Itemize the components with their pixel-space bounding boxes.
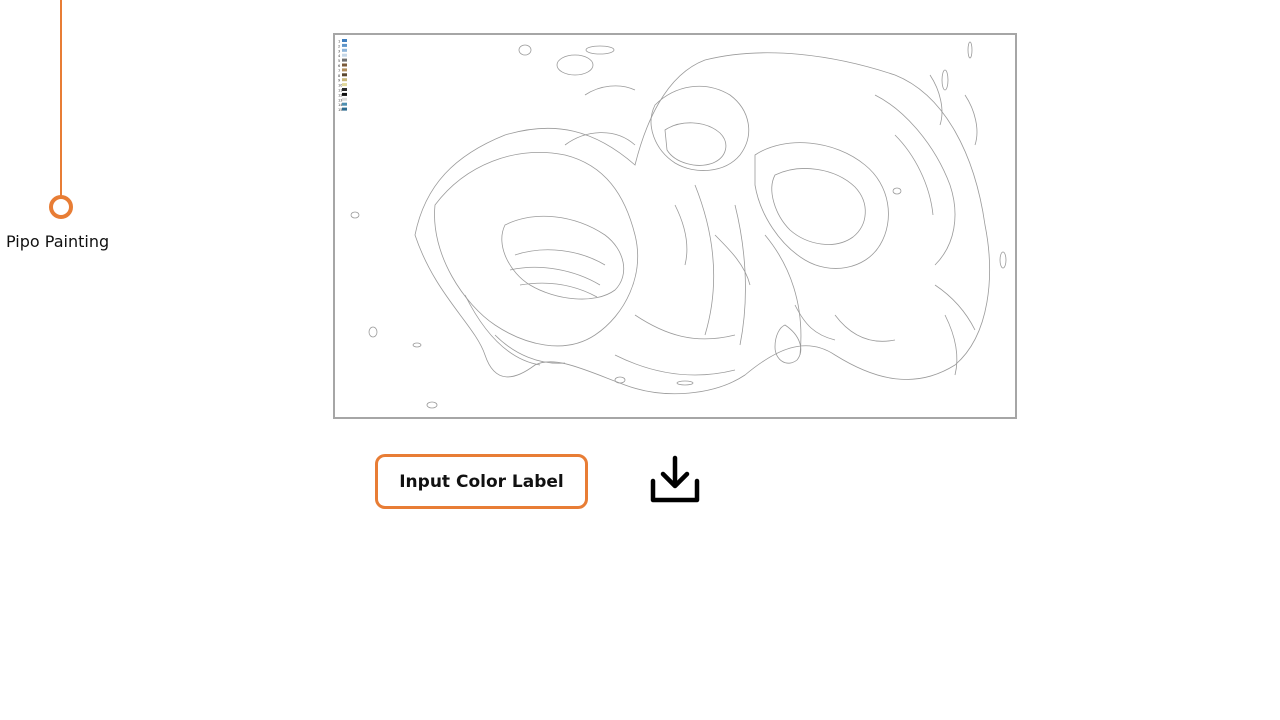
legend-number: 11 — [338, 89, 342, 93]
timeline-step-label: Pipo Painting — [6, 232, 110, 251]
legend-swatch — [342, 43, 347, 47]
download-button[interactable] — [646, 452, 704, 508]
legend-number: 3 — [338, 49, 340, 53]
legend-swatch — [342, 88, 347, 91]
legend-swatch — [342, 39, 347, 42]
legend-number: 4 — [338, 54, 341, 58]
input-color-label-button[interactable]: Input Color Label — [375, 454, 588, 509]
legend-number: 2 — [338, 44, 340, 48]
legend-swatch — [342, 53, 347, 57]
timeline-node-circle — [49, 195, 73, 219]
line-art-preview: 1 2 3 4 5 6 7 8 9 10 11 12 13 14 15 — [333, 33, 1017, 419]
legend-number: 15 — [338, 108, 342, 112]
legend-swatch — [342, 97, 347, 101]
timeline-line — [60, 0, 62, 196]
legend-number: 1 — [338, 40, 340, 44]
legend-swatch — [342, 92, 347, 96]
legend-swatch — [342, 83, 347, 87]
legend-number: 9 — [338, 79, 340, 83]
palette-legend: 123456789101112131415 — [338, 39, 347, 112]
legend-swatch — [342, 68, 347, 72]
legend-swatch — [342, 63, 347, 67]
download-icon — [650, 455, 700, 503]
legend-swatch — [342, 107, 347, 111]
legend-number: 6 — [338, 64, 340, 68]
legend-number: 13 — [338, 98, 342, 102]
legend-swatch — [342, 102, 347, 106]
legend-number: 8 — [338, 74, 340, 78]
legend-swatch — [342, 73, 347, 77]
pipo-painting-page: Pipo Painting 1 2 3 4 5 6 7 8 9 10 11 12 13 14 15 — [0, 0, 1280, 720]
outline-drawing: 123456789101112131415 — [338, 39, 1007, 409]
legend-swatch — [342, 48, 347, 52]
legend-number: 5 — [338, 59, 340, 63]
legend-swatch — [342, 78, 347, 82]
outline-contours — [350, 41, 1007, 409]
legend-number: 7 — [338, 69, 340, 73]
input-color-label-text: Input Color Label — [399, 471, 564, 492]
legend-swatch — [342, 58, 347, 62]
legend-number: 10 — [338, 84, 342, 88]
legend-number: 12 — [338, 93, 342, 97]
